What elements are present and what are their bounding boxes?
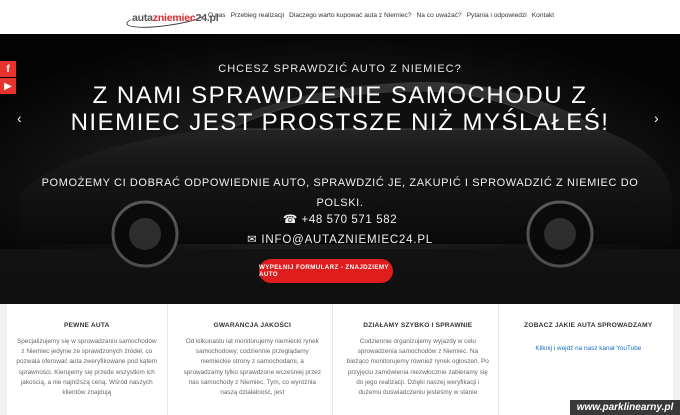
hero-email[interactable]: ✉ INFO@AUTAZNIEMIEC24.PL	[0, 232, 680, 246]
site-logo[interactable]: autazniemiec24.pl	[125, 4, 219, 32]
nav-item-kontakt[interactable]: Kontakt	[532, 12, 554, 19]
feature-szybko: DZIAŁAMY SZYBKO I SPRAWNIE Codziennie or…	[338, 304, 499, 415]
feature-text: Codziennie organizujemy wyjazdy w celu s…	[346, 338, 489, 397]
features-section: PEWNE AUTA Specjalizujemy się w sprowadz…	[7, 304, 673, 415]
youtube-icon[interactable]: ▶	[0, 78, 16, 94]
feature-title: ZOBACZ JAKIE AUTA SPROWADZAMY	[524, 322, 653, 329]
feature-gwarancja: GWARANCJA JAKOŚCI Od kilkunastu lat moni…	[173, 304, 334, 415]
hero-pretitle: CHCESZ SPRAWDZIĆ AUTO Z NIEMIEC?	[218, 63, 462, 75]
site-header: autazniemiec24.pl O nas Przebieg realiza…	[0, 0, 680, 34]
nav-item-przebieg[interactable]: Przebieg realizacji	[231, 12, 285, 19]
nav-item-pytania[interactable]: Pytania i odpowiedzi	[467, 12, 527, 19]
nav-item-o-nas[interactable]: O nas	[208, 12, 226, 19]
feature-title: GWARANCJA JAKOŚCI	[213, 322, 292, 329]
feature-pewne-auta: PEWNE AUTA Specjalizujemy się w sprowadz…	[7, 304, 168, 415]
feature-text: Specjalizujemy się w sprowadzaniu samoch…	[16, 338, 158, 397]
main-nav: O nas Przebieg realizacji Dlaczego warto…	[208, 12, 554, 19]
feature-title: DZIAŁAMY SZYBKO I SPRAWNIE	[363, 322, 473, 329]
hero-slider: CHCESZ SPRAWDZIĆ AUTO Z NIEMIEC? Z NAMI …	[0, 34, 680, 304]
hero-subtitle: POMOŻEMY CI DOBRAĆ ODPOWIEDNIE AUTO, SPR…	[41, 177, 639, 209]
logo-text: autazniemiec24.pl	[132, 12, 219, 24]
facebook-icon[interactable]: f	[0, 61, 16, 77]
watermark: www.parklinearny.pl	[570, 400, 680, 415]
slider-prev-icon[interactable]: ‹	[17, 110, 22, 126]
feature-youtube: ZOBACZ JAKIE AUTA SPROWADZAMY Kliknij i …	[504, 304, 673, 415]
page-margin-left	[0, 304, 7, 415]
youtube-channel-link[interactable]: Kliknij i wejdź na nasz kanał YouTube	[535, 345, 641, 352]
cta-form-button[interactable]: WYPEŁNIJ FORMULARZ - ZNAJDZIEMY AUTO	[259, 259, 393, 283]
slider-next-icon[interactable]: ›	[654, 110, 659, 126]
hero-headline: Z NAMI SPRAWDZENIE SAMOCHODU Z NIEMIEC J…	[70, 82, 610, 136]
feature-title: PEWNE AUTA	[63, 322, 110, 329]
hero-phone[interactable]: ☎ +48 570 571 582	[0, 212, 680, 226]
nav-item-dlaczego[interactable]: Dlaczego warto kupować auta z Niemiec?	[289, 12, 411, 19]
feature-text: Od kilkunastu lat monitorujemy niemiecki…	[183, 338, 322, 397]
page-margin-right	[673, 304, 680, 415]
nav-item-na-co-uwazac[interactable]: Na co uważać?	[417, 12, 462, 19]
